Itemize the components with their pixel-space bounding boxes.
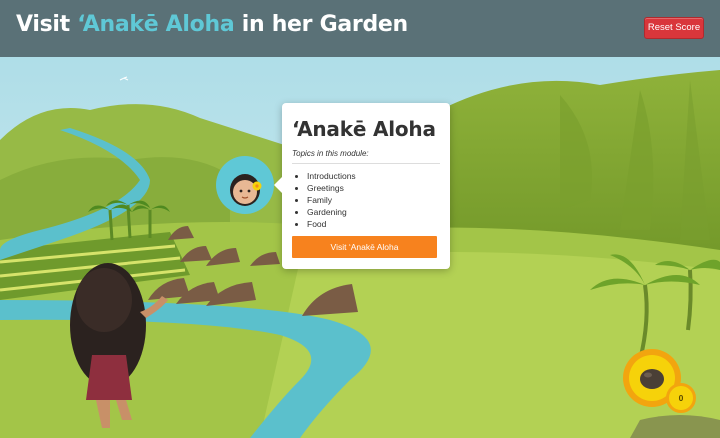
header-bar: Visit ‘Anakē Aloha in her Garden Reset S… [0, 0, 720, 57]
topic-item: Introductions [307, 170, 440, 182]
topic-item: Gardening [307, 206, 440, 218]
topic-list: Introductions Greetings Family Gardening… [292, 170, 440, 230]
topic-item: Greetings [307, 182, 440, 194]
character-face-icon [216, 156, 274, 214]
page-title-prefix: Visit [16, 12, 78, 37]
visit-character-button[interactable]: Visit ‘Anakē Aloha [292, 236, 437, 258]
popover-arrow [274, 177, 282, 193]
page-title: Visit ‘Anakē Aloha in her Garden [16, 12, 408, 37]
page-title-suffix: in her Garden [234, 12, 408, 37]
reset-score-button[interactable]: Reset Score [644, 17, 704, 39]
page-title-character-name: ‘Anakē Aloha [77, 12, 235, 37]
popover-title: ‘Anakē Aloha [292, 117, 436, 141]
topic-item: Family [307, 194, 440, 206]
module-popover: ‘Anakē Aloha Topics in this module: Intr… [274, 103, 450, 269]
popover-subtitle: Topics in this module: [292, 149, 440, 164]
score-count-badge: 0 [666, 383, 696, 413]
character-avatar-marker[interactable] [216, 156, 274, 214]
topic-item: Food [307, 218, 440, 230]
